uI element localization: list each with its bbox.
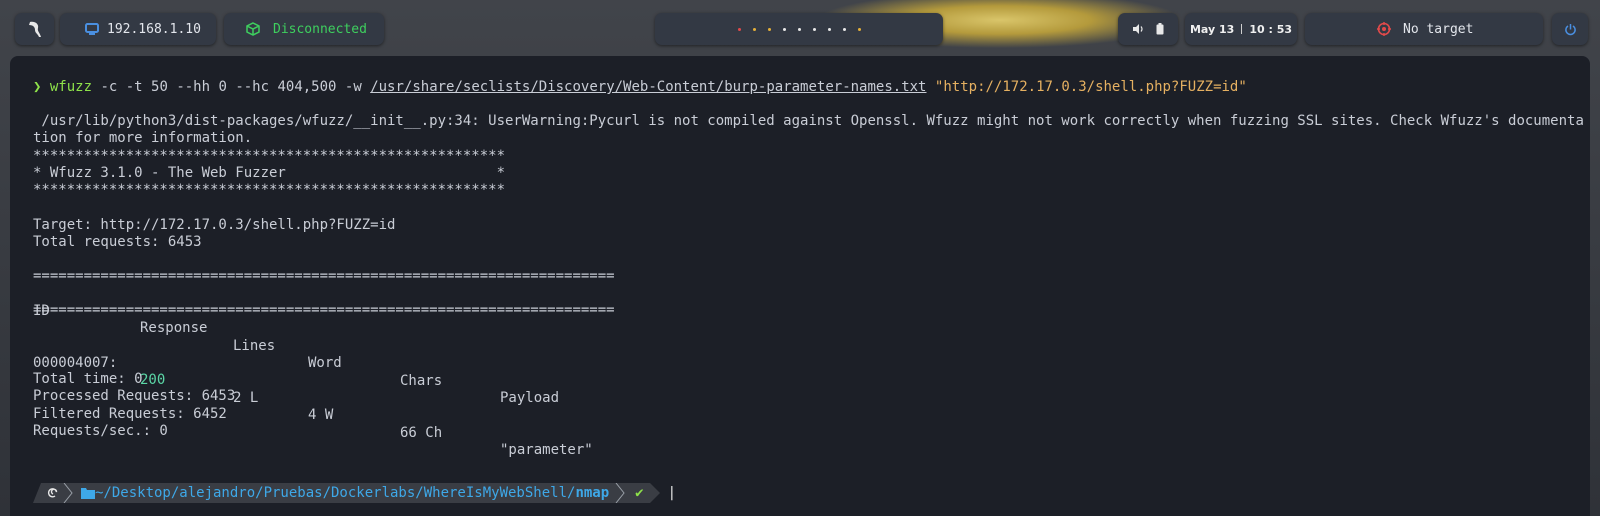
ip-address: 192.168.1.10 bbox=[107, 21, 201, 37]
header-payload: Payload bbox=[500, 390, 560, 406]
cube-icon bbox=[246, 22, 260, 36]
workspace-dot-3[interactable] bbox=[767, 27, 771, 31]
result-word: 4 W bbox=[308, 407, 334, 423]
target-label: No target bbox=[1403, 21, 1474, 37]
workspace-dot-7[interactable] bbox=[827, 27, 831, 31]
prompt-left-cap bbox=[33, 483, 41, 503]
header-chars: Chars bbox=[400, 372, 443, 389]
chevron-right-icon bbox=[615, 483, 625, 503]
folder-icon bbox=[81, 488, 95, 499]
warning-line-2: tion for more information. bbox=[33, 130, 253, 146]
workspace-dot-9[interactable] bbox=[857, 27, 861, 31]
power-icon bbox=[1564, 23, 1576, 35]
ip-widget: 192.168.1.10 bbox=[60, 13, 216, 45]
separator-bottom: ========================================… bbox=[33, 302, 615, 318]
header-response: Response bbox=[140, 320, 208, 336]
result-id: 000004007: bbox=[33, 354, 118, 371]
workspace-dot-4[interactable] bbox=[782, 27, 786, 31]
workspace-dot-8[interactable] bbox=[842, 27, 846, 31]
banner-top: ****************************************… bbox=[33, 148, 506, 164]
result-chars: 66 Ch bbox=[400, 424, 443, 441]
total-time: Total time: 0 bbox=[33, 371, 143, 387]
target-crosshair-icon bbox=[1377, 22, 1391, 36]
terminal-window[interactable]: ❯ wfuzz -c -t 50 --hh 0 --hc 404,500 -w … bbox=[10, 56, 1590, 516]
prompt-dir: nmap bbox=[575, 485, 610, 501]
prompt-path: ~/Desktop/alejandro/Pruebas/Dockerlabs/W… bbox=[95, 485, 576, 501]
result-response: 200 bbox=[140, 372, 166, 388]
kali-dragon-icon bbox=[28, 21, 41, 37]
command-name: wfuzz bbox=[49, 79, 93, 95]
shell-prompt: ~/Desktop/alejandro/Pruebas/Dockerlabs/W… bbox=[33, 483, 676, 503]
debian-swirl-icon bbox=[47, 488, 58, 498]
command-args: -c -t 50 --hh 0 --hc 404,500 -w bbox=[92, 79, 371, 95]
monitor-icon bbox=[85, 23, 99, 35]
result-payload: "parameter" bbox=[500, 442, 593, 458]
prompt-path-segment: ~/Desktop/alejandro/Pruebas/Dockerlabs/W… bbox=[77, 483, 632, 503]
banner-title: * Wfuzz 3.1.0 - The Web Fuzzer * bbox=[33, 165, 506, 181]
command-line: ❯ wfuzz -c -t 50 --hh 0 --hc 404,500 -w … bbox=[33, 79, 1247, 97]
prompt-right-cap bbox=[649, 483, 660, 503]
prompt-arrow: ❯ bbox=[33, 79, 42, 95]
vpn-widget: Disconnected bbox=[224, 13, 384, 45]
prompt-os-segment bbox=[41, 483, 77, 503]
separator-top: ========================================… bbox=[33, 268, 615, 284]
workspace-dot-2[interactable] bbox=[752, 27, 756, 31]
header-word: Word bbox=[308, 355, 342, 371]
workspace-dot-1[interactable] bbox=[737, 27, 741, 31]
workspace-dot-6[interactable] bbox=[812, 27, 816, 31]
result-lines: 2 L bbox=[233, 389, 259, 406]
power-button[interactable] bbox=[1552, 13, 1588, 45]
clock-separator bbox=[1241, 24, 1243, 34]
time-label: 10 : 53 bbox=[1249, 22, 1293, 36]
wordlist-path: /usr/share/seclists/Discovery/Web-Conten… bbox=[370, 79, 927, 95]
target-line: Target: http://172.17.0.3/shell.php?FUZZ… bbox=[33, 217, 396, 233]
prompt-check: ✔ bbox=[635, 485, 644, 501]
total-requests: Total requests: 6453 bbox=[33, 234, 202, 250]
workspace-dot-5[interactable] bbox=[797, 27, 801, 31]
header-lines: Lines bbox=[233, 337, 276, 354]
workspaces[interactable] bbox=[655, 13, 943, 45]
warning-line-1: /usr/lib/python3/dist-packages/wfuzz/__i… bbox=[33, 113, 1584, 129]
volume-icon[interactable] bbox=[1132, 23, 1144, 35]
text-cursor[interactable]: | bbox=[668, 485, 676, 501]
target-widget[interactable]: No target bbox=[1305, 13, 1543, 45]
prompt-status-segment: ✔ bbox=[631, 483, 650, 503]
processed-requests: Processed Requests: 6453 bbox=[33, 388, 236, 404]
battery-icon[interactable] bbox=[1156, 23, 1164, 35]
launcher-button[interactable] bbox=[15, 13, 54, 45]
requests-per-sec: Requests/sec.: 0 bbox=[33, 423, 168, 439]
chevron-right-icon bbox=[63, 483, 73, 503]
date-label: May 13 bbox=[1189, 22, 1235, 36]
banner-bottom: ****************************************… bbox=[33, 182, 506, 198]
target-url-arg: "http://172.17.0.3/shell.php?FUZZ=id" bbox=[934, 79, 1247, 95]
clock-widget: May 13 10 : 53 bbox=[1185, 13, 1297, 45]
vpn-status: Disconnected bbox=[273, 21, 367, 37]
filtered-requests: Filtered Requests: 6452 bbox=[33, 406, 227, 422]
system-tray[interactable] bbox=[1118, 13, 1178, 45]
